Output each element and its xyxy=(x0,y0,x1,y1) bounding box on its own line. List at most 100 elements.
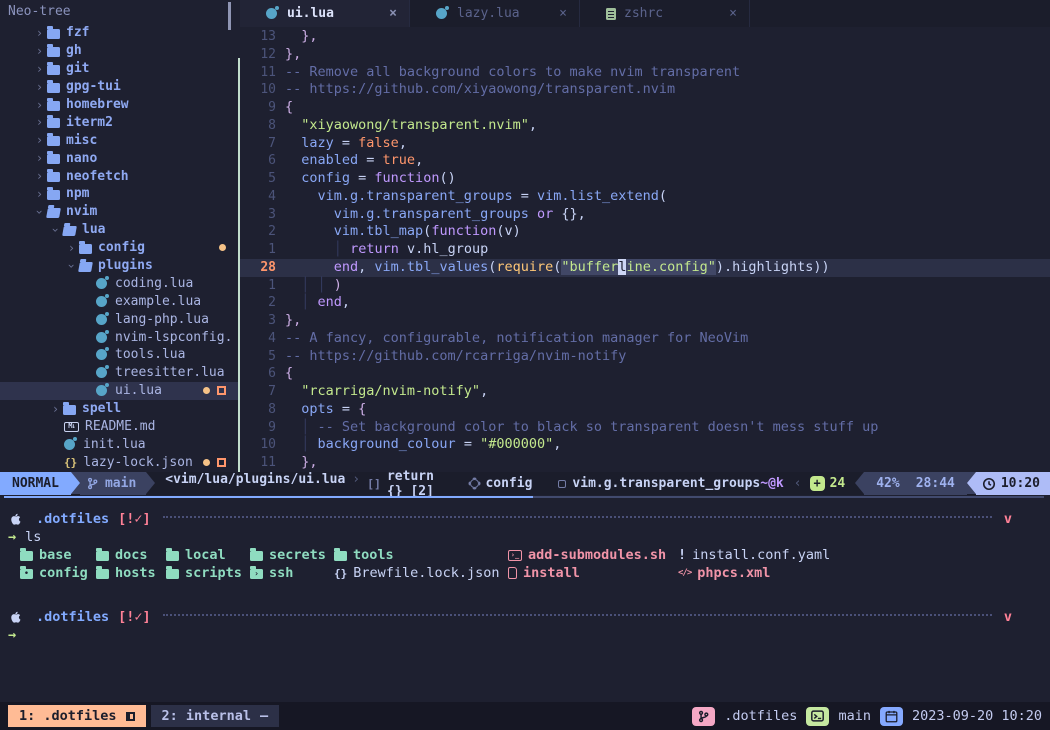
code-line[interactable]: 2 vim.tbl_map(function(v) xyxy=(240,223,1050,241)
code-line[interactable]: 4-- A fancy, configurable, notification … xyxy=(240,330,1050,348)
tmux-window-1dotfiles[interactable]: 1: .dotfiles xyxy=(8,705,146,727)
close-icon[interactable]: × xyxy=(389,6,397,21)
code-text: │ end, xyxy=(276,294,350,312)
tree-item-label: nano xyxy=(66,151,97,166)
tree-item-label: lazy-lock.json xyxy=(83,455,193,470)
ls-entry-name: install.conf.yaml xyxy=(692,547,830,563)
tree-item-gpg-tui[interactable]: ›gpg-tui xyxy=(0,78,238,96)
tree-item-nvim[interactable]: ›nvim xyxy=(0,203,238,221)
tmux-pane-border-active[interactable] xyxy=(4,496,533,498)
clock-segment: 10:20 xyxy=(976,472,1050,495)
tab-lazy.lua[interactable]: lazy.lua× xyxy=(410,0,580,27)
tree-item-README.md[interactable]: M↓README.md xyxy=(0,418,238,436)
code-text: vim.g.transparent_groups = vim.list_exte… xyxy=(276,188,667,206)
code-line[interactable]: 9{ xyxy=(240,99,1050,117)
code-icon: </> xyxy=(678,568,691,578)
code-line[interactable]: 3}, xyxy=(240,312,1050,330)
chevron-right-icon: › xyxy=(32,64,47,74)
code-line[interactable]: 8 opts = { xyxy=(240,401,1050,419)
neotree-scrollbar-thumb[interactable] xyxy=(228,2,231,30)
chevron-right-icon: › xyxy=(32,46,47,56)
neotree-sidebar: Neo-tree ›fzf›gh›git›gpg-tui›homebrew›it… xyxy=(0,0,238,472)
folder-icon xyxy=(250,551,263,561)
prompt-line-2: .dotfiles [!✓] v xyxy=(0,608,1050,626)
tree-item-iterm2[interactable]: ›iterm2 xyxy=(0,113,238,131)
close-icon[interactable]: × xyxy=(559,6,567,21)
code-line[interactable]: 5 config = function() xyxy=(240,170,1050,188)
tree-item-git[interactable]: ›git xyxy=(0,60,238,78)
tmux-pane-border[interactable] xyxy=(533,496,1044,498)
tree-item-lang-php.lua[interactable]: lang-php.lua xyxy=(0,310,238,328)
tree-item-init.lua[interactable]: init.lua xyxy=(0,435,238,453)
ls-entry-install: install xyxy=(508,565,678,581)
code-line[interactable]: 4 vim.g.transparent_groups = vim.list_ex… xyxy=(240,188,1050,206)
tree-item-homebrew[interactable]: ›homebrew xyxy=(0,96,238,114)
ls-entry-name: add-submodules.sh xyxy=(528,547,666,563)
modified-dot-icon xyxy=(219,244,226,251)
folder-icon xyxy=(79,244,92,254)
tree-item-fzf[interactable]: ›fzf xyxy=(0,24,238,42)
code-line[interactable]: 7 "rcarriga/nvim-notify", xyxy=(240,383,1050,401)
code-line[interactable]: 12}, xyxy=(240,46,1050,64)
tree-item-label: nvim-lspconfig. xyxy=(115,330,232,345)
code-line[interactable]: 2 │ end, xyxy=(240,294,1050,312)
tree-item-lua[interactable]: ›lua xyxy=(0,221,238,239)
tree-item-neofetch[interactable]: ›neofetch xyxy=(0,167,238,185)
tmux-status-text: 2023-09-20 10:20 xyxy=(912,708,1042,724)
ls-entry-name: hosts xyxy=(115,565,156,581)
line-number: 13 xyxy=(240,28,276,46)
tree-item-npm[interactable]: ›npm xyxy=(0,185,238,203)
prompt-arrow-icon: → xyxy=(8,627,16,643)
tree-item-ui.lua[interactable]: ui.lua xyxy=(0,382,238,400)
code-line[interactable]: 10 │ background_colour = "#000000", xyxy=(240,436,1050,454)
code-line[interactable]: 11-- Remove all background colors to mak… xyxy=(240,64,1050,82)
tree-item-tools.lua[interactable]: tools.lua xyxy=(0,346,238,364)
git-unstaged-icon xyxy=(217,386,226,395)
code-line[interactable]: 1 │ │ ) xyxy=(240,277,1050,295)
code-line[interactable]: 8 "xiyaowong/transparent.nvim", xyxy=(240,117,1050,135)
tree-item-coding.lua[interactable]: coding.lua xyxy=(0,274,238,292)
tree-item-misc[interactable]: ›misc xyxy=(0,131,238,149)
prompt-arrow-icon: → xyxy=(8,529,16,545)
tree-item-lazy-lock.json[interactable]: {}lazy-lock.json xyxy=(0,453,238,471)
tab-ui.lua[interactable]: ui.lua× xyxy=(240,0,410,27)
tree-item-label: init.lua xyxy=(83,437,146,452)
code-line[interactable]: 10-- https://github.com/xiyaowong/transp… xyxy=(240,81,1050,99)
folder-icon xyxy=(47,29,60,39)
tree-item-example.lua[interactable]: example.lua xyxy=(0,292,238,310)
tree-item-config[interactable]: ›config xyxy=(0,239,238,257)
line-number: 8 xyxy=(240,117,276,135)
code-line[interactable]: 6 enabled = true, xyxy=(240,152,1050,170)
code-line[interactable]: 7 lazy = false, xyxy=(240,135,1050,153)
code-line[interactable]: 6{ xyxy=(240,365,1050,383)
close-icon[interactable]: × xyxy=(729,6,737,21)
code-line[interactable]: 11 }, xyxy=(240,454,1050,472)
code-line[interactable]: 9 │ -- Set background color to black so … xyxy=(240,419,1050,437)
code-line[interactable]: 3 vim.g.transparent_groups or {}, xyxy=(240,206,1050,224)
code-line[interactable]: 1 │ return v.hl_group xyxy=(240,241,1050,259)
code-text: }, xyxy=(276,28,318,46)
tmux-window-2internal[interactable]: 2: internal– xyxy=(151,705,280,727)
tree-item-gh[interactable]: ›gh xyxy=(0,42,238,60)
tree-item-treesitter.lua[interactable]: treesitter.lua xyxy=(0,364,238,382)
field-icon xyxy=(558,480,566,488)
code-line-current[interactable]: 28 end, vim.tbl_values(require("bufferli… xyxy=(240,259,1050,277)
tree-item-spell[interactable]: ›spell xyxy=(0,400,238,418)
tree-item-nano[interactable]: ›nano xyxy=(0,149,238,167)
lua-icon xyxy=(436,8,447,19)
code-text: -- A fancy, configurable, notification m… xyxy=(276,330,748,348)
tree-item-label: neofetch xyxy=(66,169,129,184)
ls-entry-tools: tools xyxy=(334,547,508,563)
code-line[interactable]: 13 }, xyxy=(240,28,1050,46)
tree-item-badges xyxy=(219,239,226,257)
code-text: -- https://github.com/rcarriga/nvim-noti… xyxy=(276,348,626,366)
tab-zshrc[interactable]: zshrc× xyxy=(580,0,750,27)
neotree-title: Neo-tree xyxy=(8,4,71,19)
code-line[interactable]: 5-- https://github.com/rcarriga/nvim-not… xyxy=(240,348,1050,366)
line-number: 1 xyxy=(240,241,276,259)
lua-icon xyxy=(64,439,75,450)
neotree-items: ›fzf›gh›git›gpg-tui›homebrew›iterm2›misc… xyxy=(0,24,238,471)
shell-input-line[interactable]: → xyxy=(0,626,1050,644)
tree-item-nvim-lspconfig.[interactable]: nvim-lspconfig. xyxy=(0,328,238,346)
tree-item-plugins[interactable]: ›plugins xyxy=(0,257,238,275)
